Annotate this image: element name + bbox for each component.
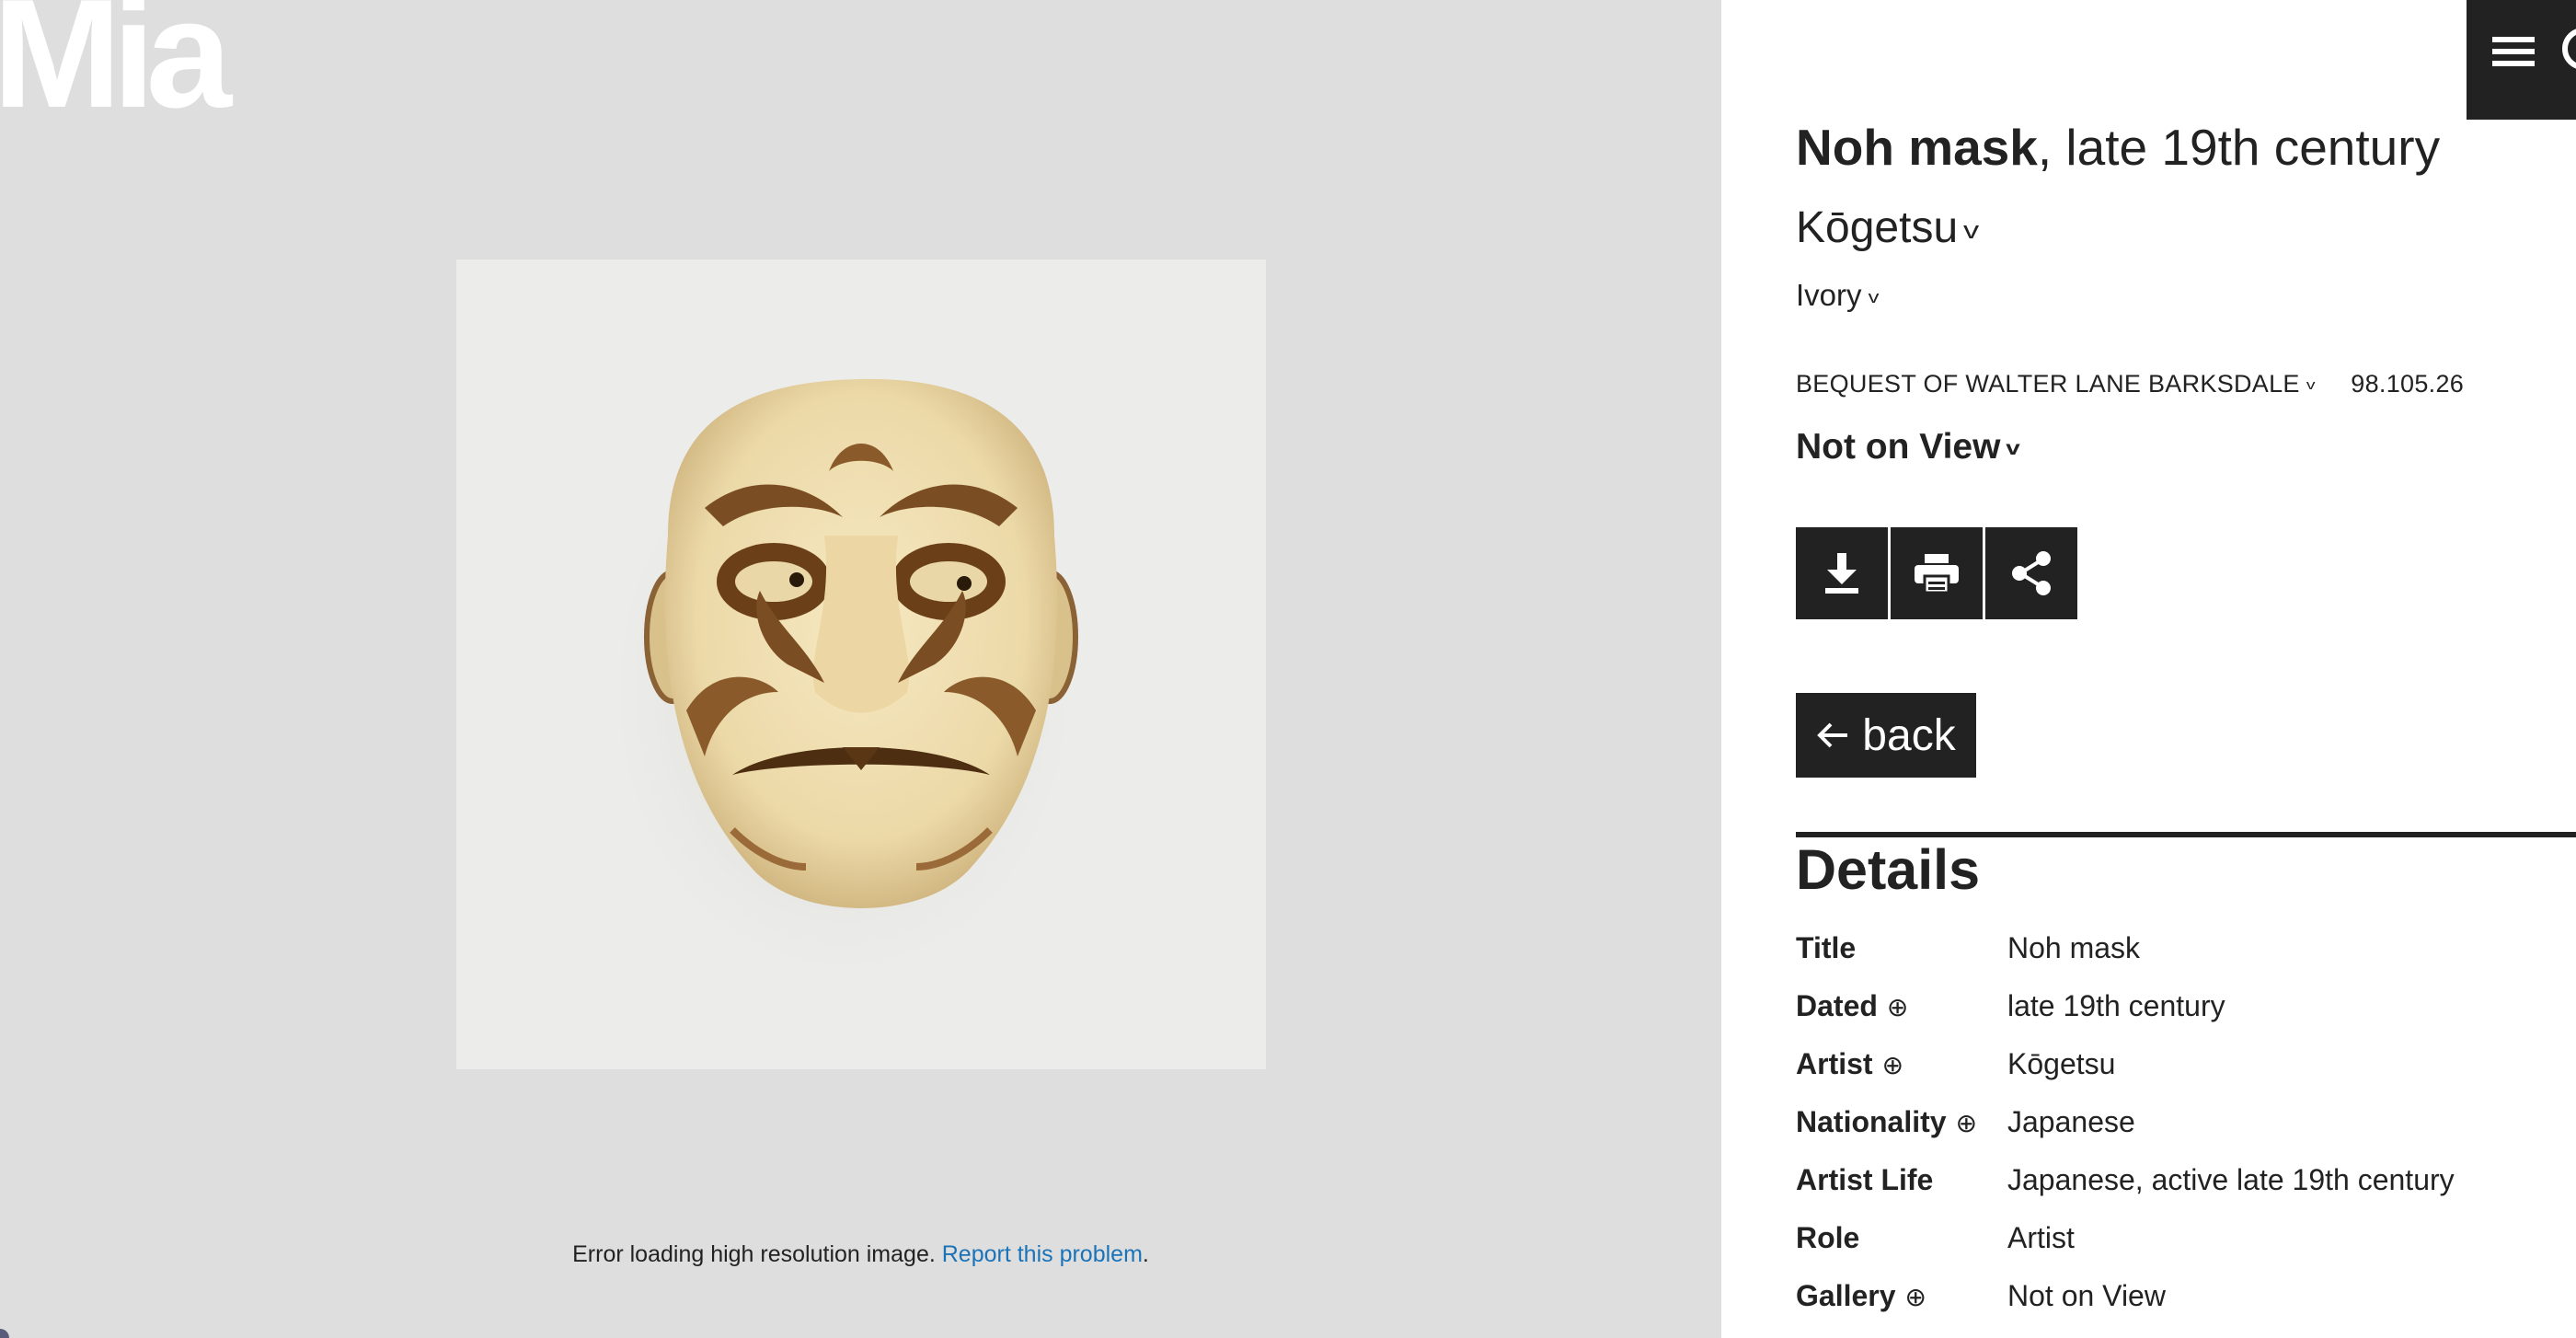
- print-button[interactable]: [1891, 527, 1983, 619]
- detail-row-artist-life: Artist Life Japanese, active late 19th c…: [1796, 1163, 2569, 1221]
- detail-value: Japanese, active late 19th century: [2007, 1163, 2455, 1196]
- detail-key: Role: [1796, 1221, 1860, 1254]
- detail-value: Noh mask: [2007, 931, 2141, 964]
- details-list: Title Noh mask Dated ⊕ late 19th century …: [1796, 931, 2569, 1337]
- credit-line: BEQUEST OF WALTER LANE BARKSDALE v 98.105…: [1796, 370, 2464, 398]
- share-icon: [2012, 551, 2051, 595]
- detail-row-dated: Dated ⊕ late 19th century: [1796, 989, 2569, 1047]
- detail-row-gallery: Gallery ⊕ Not on View: [1796, 1279, 2569, 1337]
- action-buttons: [1796, 527, 2077, 619]
- detail-value: Not on View: [2007, 1279, 2166, 1312]
- noh-mask-illustration: [594, 378, 1091, 996]
- expand-icon[interactable]: ⊕: [1887, 993, 1908, 1021]
- medium-dropdown[interactable]: Ivory v: [1796, 278, 1879, 313]
- artist-dropdown[interactable]: Kōgetsu v: [1796, 202, 1980, 253]
- view-status-dropdown[interactable]: Not on View v: [1796, 427, 2021, 467]
- share-button[interactable]: [1985, 527, 2077, 619]
- detail-row-nationality: Nationality ⊕ Japanese: [1796, 1105, 2569, 1163]
- back-label: back: [1862, 710, 1956, 760]
- error-end: .: [1142, 1241, 1149, 1267]
- hamburger-icon[interactable]: [2492, 37, 2535, 70]
- detail-value: Japanese: [2007, 1105, 2135, 1138]
- chevron-down-icon: v: [2306, 377, 2316, 393]
- detail-key: Dated: [1796, 989, 1878, 1022]
- image-viewer[interactable]: Mia Error loading high resolution image.…: [0, 0, 1721, 1338]
- chevron-down-icon: v: [1868, 287, 1879, 306]
- detail-row-title: Title Noh mask: [1796, 931, 2569, 989]
- detail-key: Title: [1796, 931, 1857, 964]
- chevron-down-icon: v: [1963, 215, 1980, 244]
- print-icon: [1915, 554, 1959, 594]
- detail-value: late 19th century: [2007, 989, 2225, 1022]
- artwork-title: Noh mask, late 19th century: [1796, 118, 2440, 177]
- artist-name: Kōgetsu: [1796, 203, 1959, 252]
- download-icon: [1825, 553, 1858, 594]
- menu-block: [2467, 0, 2576, 120]
- search-icon[interactable]: [2562, 28, 2576, 70]
- viewer-corner-decoration: [0, 1329, 9, 1338]
- error-text: Error loading high resolution image.: [572, 1241, 936, 1267]
- title-date: , late 19th century: [2037, 119, 2441, 176]
- detail-value: Kōgetsu: [2007, 1047, 2116, 1080]
- chevron-down-icon: v: [2006, 437, 2021, 460]
- details-heading: Details: [1796, 838, 1981, 901]
- detail-key: Gallery: [1796, 1279, 1896, 1312]
- download-button[interactable]: [1796, 527, 1888, 619]
- detail-key: Artist Life: [1796, 1163, 1934, 1196]
- detail-row-artist: Artist ⊕ Kōgetsu: [1796, 1047, 2569, 1105]
- credit-dropdown[interactable]: BEQUEST OF WALTER LANE BARKSDALE v: [1796, 370, 2316, 398]
- expand-icon[interactable]: ⊕: [1882, 1051, 1903, 1079]
- accession-number: 98.105.26: [2351, 370, 2465, 398]
- expand-icon[interactable]: ⊕: [1905, 1283, 1926, 1311]
- title-name: Noh mask: [1796, 119, 2038, 176]
- mia-logo[interactable]: Mia: [0, 0, 290, 118]
- detail-key: Nationality: [1796, 1105, 1947, 1138]
- detail-value: Artist: [2007, 1221, 2075, 1254]
- credit-text: BEQUEST OF WALTER LANE BARKSDALE: [1796, 370, 2300, 398]
- detail-row-role: Role Artist: [1796, 1221, 2569, 1279]
- artwork-image[interactable]: [456, 260, 1266, 1069]
- back-button[interactable]: back: [1796, 693, 1976, 778]
- medium-label: Ivory: [1796, 278, 1862, 312]
- detail-key: Artist: [1796, 1047, 1873, 1080]
- expand-icon[interactable]: ⊕: [1956, 1109, 1977, 1137]
- view-status: Not on View: [1796, 427, 2001, 467]
- arrow-left-icon: [1817, 722, 1848, 748]
- report-problem-link[interactable]: Report this problem: [942, 1241, 1143, 1267]
- error-message: Error loading high resolution image. Rep…: [0, 1241, 1721, 1268]
